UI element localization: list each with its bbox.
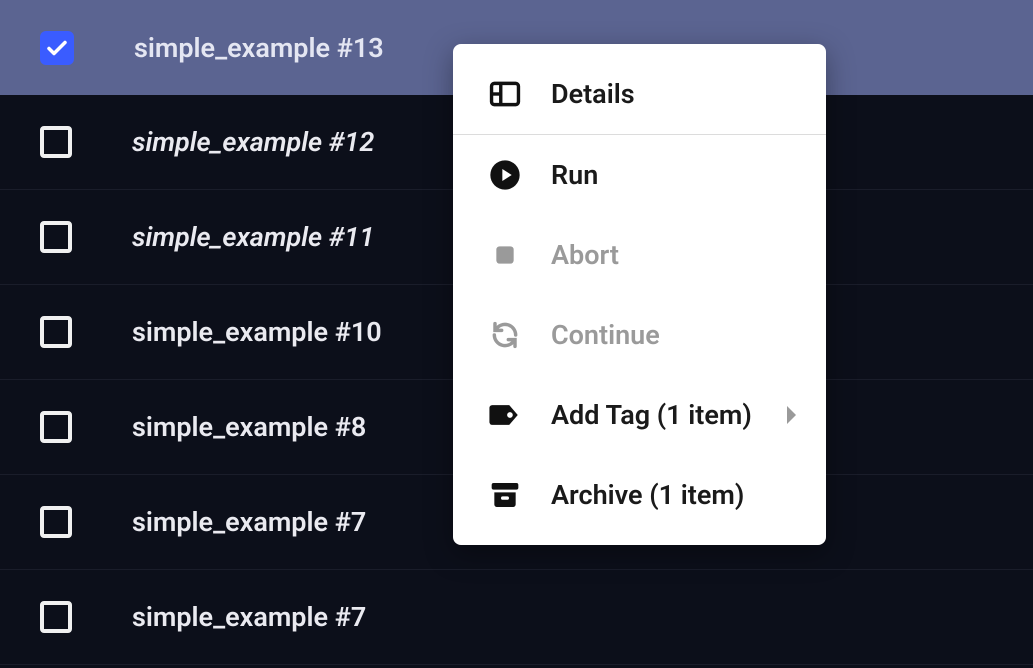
menu-item-add-tag[interactable]: Add Tag (1 item) — [453, 375, 826, 455]
menu-label: Archive (1 item) — [551, 479, 744, 511]
row-checkbox[interactable] — [40, 221, 72, 253]
row-checkbox[interactable] — [40, 411, 72, 443]
menu-label: Details — [551, 78, 635, 110]
row-label: simple_example #11 — [132, 221, 374, 253]
menu-item-run[interactable]: Run — [453, 135, 826, 215]
row-checkbox[interactable] — [40, 31, 74, 65]
archive-icon — [487, 477, 523, 513]
table-row[interactable]: simple_example #7 — [0, 570, 1033, 665]
row-label: simple_example #10 — [132, 316, 382, 348]
context-menu: Details Run Abort Continue Add Tag (1 it… — [453, 44, 826, 545]
stop-icon — [487, 237, 523, 273]
play-circle-icon — [487, 157, 523, 193]
row-label: simple_example #13 — [134, 32, 384, 64]
menu-item-archive[interactable]: Archive (1 item) — [453, 455, 826, 535]
row-label: simple_example #12 — [132, 126, 374, 158]
refresh-icon — [487, 317, 523, 353]
row-checkbox[interactable] — [40, 126, 72, 158]
row-label: simple_example #7 — [132, 601, 366, 633]
chevron-right-icon — [787, 406, 796, 424]
row-checkbox[interactable] — [40, 506, 72, 538]
check-icon — [45, 36, 69, 60]
row-checkbox[interactable] — [40, 316, 72, 348]
details-icon — [487, 76, 523, 112]
menu-label: Add Tag (1 item) — [551, 399, 752, 431]
menu-label: Abort — [551, 239, 619, 271]
row-label: simple_example #8 — [132, 411, 366, 443]
tag-icon — [487, 397, 523, 433]
menu-label: Continue — [551, 319, 660, 351]
menu-item-details[interactable]: Details — [453, 54, 826, 134]
menu-item-continue: Continue — [453, 295, 826, 375]
menu-label: Run — [551, 159, 598, 191]
menu-item-abort: Abort — [453, 215, 826, 295]
row-label: simple_example #7 — [132, 506, 366, 538]
row-checkbox[interactable] — [40, 601, 72, 633]
